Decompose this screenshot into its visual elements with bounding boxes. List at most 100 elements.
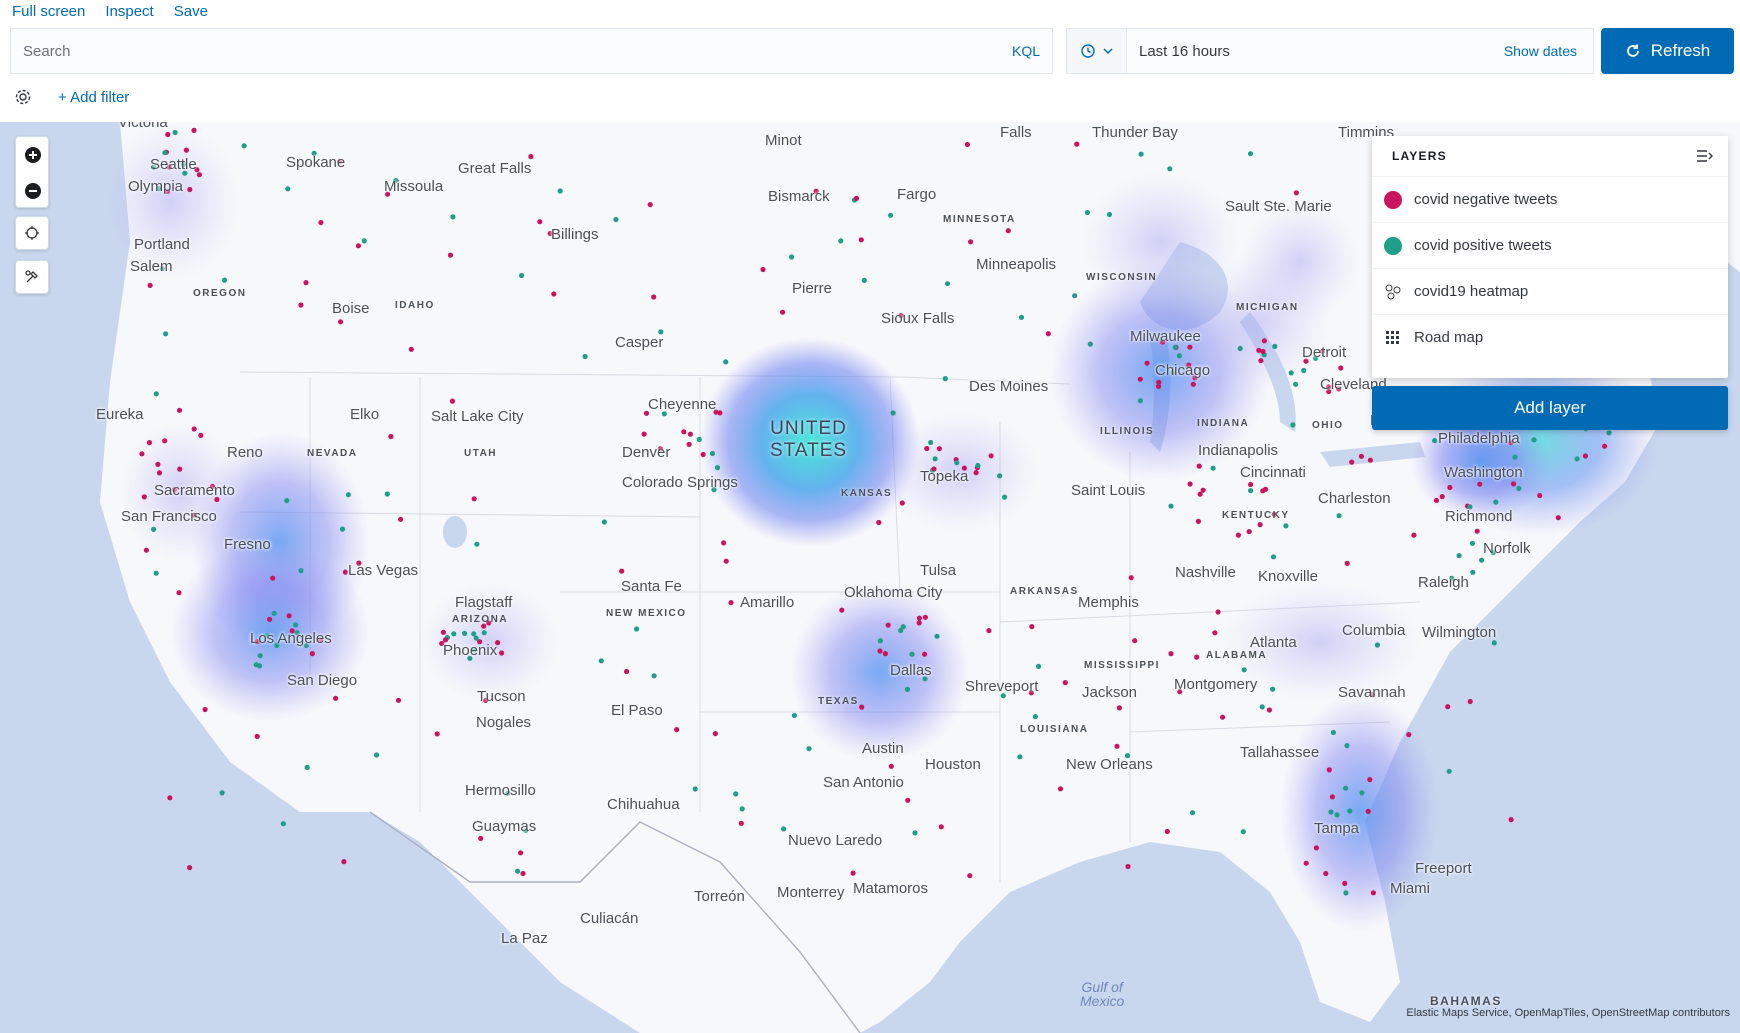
layer-covid-negative-tweets[interactable]: covid negative tweets	[1372, 176, 1728, 222]
city-label: Raleigh	[1418, 574, 1469, 591]
layer-road-map[interactable]: Road map	[1372, 314, 1728, 360]
search-input[interactable]	[23, 42, 923, 60]
city-label: Colorado Springs	[622, 474, 738, 491]
city-label: Fargo	[897, 186, 937, 203]
tweet-point	[780, 309, 786, 315]
city-label: Knoxville	[1258, 568, 1319, 585]
tweet-point	[147, 282, 153, 288]
city-label: San Francisco	[121, 508, 217, 525]
tweet-point	[692, 786, 698, 792]
filter-row: + Add filter	[0, 80, 1740, 114]
plus-icon	[25, 147, 41, 163]
tweet-point	[338, 319, 344, 325]
city-label: Shreveport	[965, 678, 1039, 695]
tweet-point	[395, 697, 402, 703]
tweet-point	[1005, 228, 1011, 234]
city-label: Tampa	[1314, 820, 1360, 837]
show-dates-link[interactable]: Show dates	[1504, 43, 1593, 59]
city-label: Portland	[134, 236, 190, 253]
tweet-point	[1270, 554, 1277, 560]
tweet-point	[876, 519, 882, 526]
map-canvas[interactable]: Victoria Seattle Olympia Spokane Great Falls…	[0, 122, 1740, 1033]
tweet-point	[1137, 398, 1143, 404]
tweet-point	[1057, 786, 1064, 792]
layer-covid-positive-tweets[interactable]: covid positive tweets	[1372, 222, 1728, 268]
layer-covid19-heatmap[interactable]: covid19 heatmap	[1372, 268, 1728, 314]
zoom-in-button[interactable]	[16, 137, 50, 173]
tweet-point	[176, 590, 182, 596]
menu-inspect[interactable]: Inspect	[105, 3, 153, 20]
city-label: Oklahoma City	[844, 584, 943, 601]
city-label: Freeport	[1415, 860, 1472, 877]
menu-save[interactable]: Save	[174, 3, 208, 20]
tweet-point	[877, 648, 883, 654]
zoom-controls	[15, 136, 49, 208]
tweet-point	[1283, 523, 1289, 529]
zoom-out-button[interactable]	[16, 173, 50, 209]
city-label: Salem	[130, 258, 173, 275]
time-range-label[interactable]: Last 16 hours	[1127, 43, 1504, 60]
layer-label: covid19 heatmap	[1414, 283, 1529, 300]
kql-toggle[interactable]: KQL	[1012, 43, 1040, 59]
tweet-point	[528, 153, 534, 160]
tweet-point	[318, 219, 324, 226]
draw-tool-button[interactable]	[15, 260, 49, 294]
state-label: ARIZONA	[452, 614, 509, 625]
top-menu: Full screen Inspect Save	[0, 0, 1740, 22]
tweet-point	[172, 129, 178, 136]
tweet-point	[1370, 890, 1376, 896]
quick-menu-button[interactable]	[1067, 29, 1127, 73]
tweet-point	[997, 473, 1003, 479]
state-label: KANSAS	[841, 488, 893, 499]
tweet-point	[1200, 487, 1206, 493]
city-label: Minot	[765, 132, 802, 149]
fit-to-data-button[interactable]	[15, 216, 49, 250]
city-label: Nuevo Laredo	[788, 832, 883, 849]
tweet-point	[267, 616, 273, 622]
tweet-point	[598, 658, 604, 664]
city-label: Charleston	[1318, 490, 1391, 507]
tweet-point	[515, 868, 521, 874]
add-layer-button[interactable]: Add layer	[1372, 386, 1728, 430]
city-label: Reno	[227, 444, 263, 461]
tweet-point	[1017, 754, 1023, 760]
tweet-point	[1144, 360, 1150, 366]
tweet-point	[700, 451, 706, 458]
tweet-point	[143, 547, 149, 553]
tweet-point	[1106, 211, 1113, 218]
city-label: Salt Lake City	[431, 408, 524, 425]
tweet-point	[462, 630, 468, 636]
tweet-point	[1477, 481, 1483, 487]
city-label: Atlanta	[1250, 634, 1297, 651]
tweet-point	[964, 141, 971, 148]
state-label: WISCONSIN	[1086, 272, 1158, 283]
tweet-point	[1246, 529, 1252, 535]
add-filter-button[interactable]: + Add filter	[58, 89, 129, 106]
tweet-point	[1259, 704, 1265, 710]
tweet-point	[374, 752, 380, 758]
tweet-point	[647, 202, 653, 208]
tweet-point	[1215, 609, 1221, 615]
city-label: Pierre	[792, 280, 833, 297]
city-label: Minneapolis	[976, 256, 1057, 273]
tweet-point	[1433, 497, 1440, 503]
city-label: Memphis	[1078, 594, 1139, 611]
tweet-point	[728, 600, 734, 606]
tweet-point	[1344, 560, 1350, 566]
layers-title: LAYERS	[1392, 149, 1447, 163]
tweet-point	[882, 651, 889, 657]
tweet-point	[1349, 459, 1355, 465]
city-label: Los Angeles	[250, 630, 332, 647]
tweet-point	[922, 614, 929, 620]
tweet-point	[1347, 808, 1353, 814]
tweet-point	[519, 272, 525, 279]
gear-icon[interactable]	[14, 88, 32, 106]
state-label: MISSISSIPPI	[1084, 660, 1160, 671]
refresh-button[interactable]: Refresh	[1601, 28, 1734, 74]
tweet-point	[1167, 166, 1173, 172]
tweet-point	[474, 541, 480, 547]
collapse-icon[interactable]	[1696, 149, 1714, 163]
tweet-point	[537, 219, 543, 225]
menu-full-screen[interactable]: Full screen	[12, 3, 85, 20]
tweet-point	[153, 391, 159, 397]
